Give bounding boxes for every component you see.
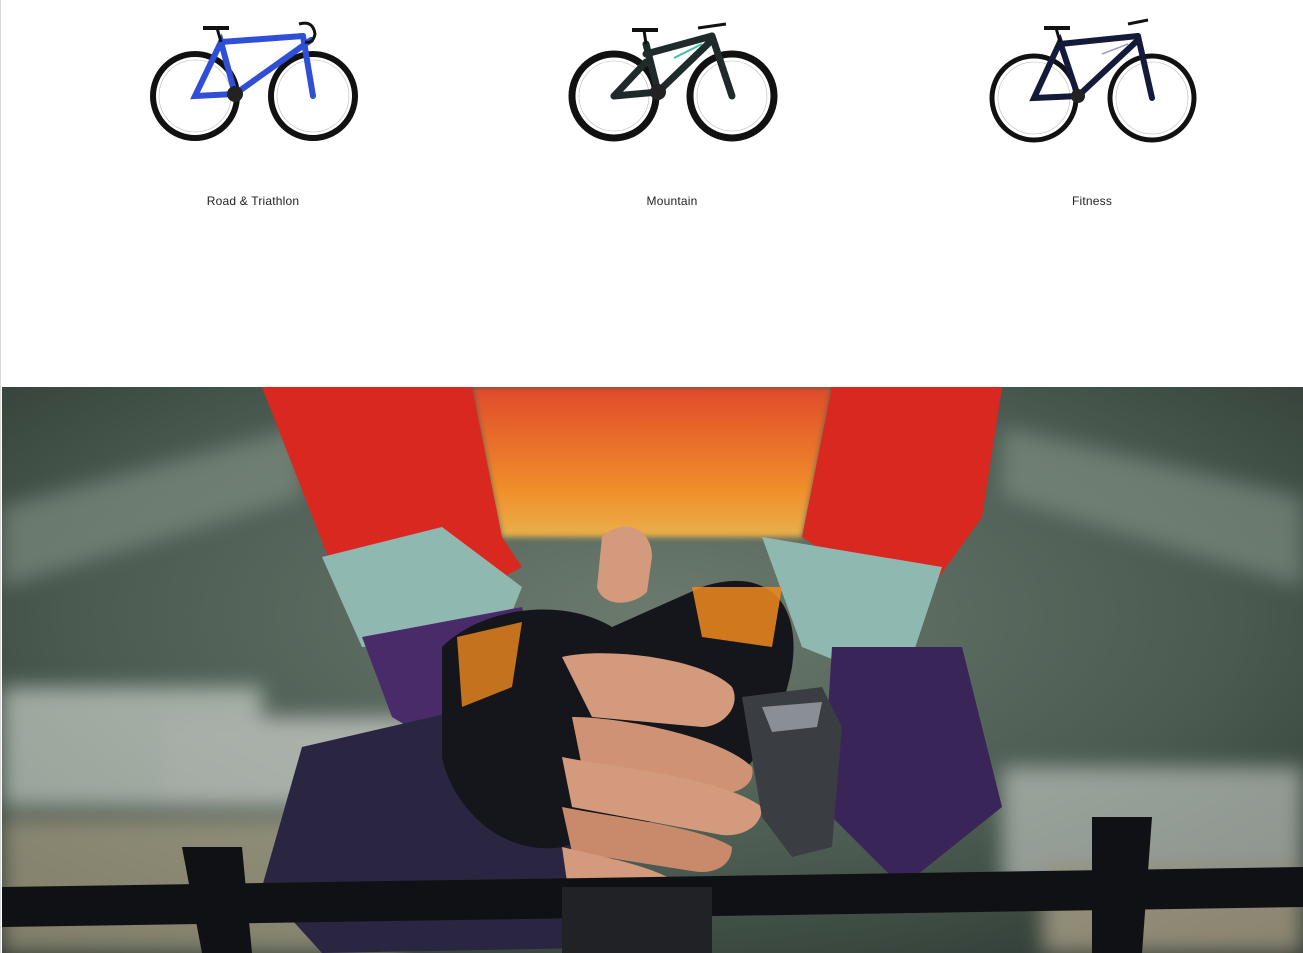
bike-categories: Road & Triathlon Mountain Fitness <box>1 0 1303 387</box>
fitness-bike-icon <box>989 18 1197 143</box>
hero-image <box>2 387 1303 953</box>
category-label: Road & Triathlon <box>206 194 300 208</box>
category-road-triathlon[interactable]: Road & Triathlon <box>43 0 463 260</box>
category-label: Mountain <box>646 194 698 208</box>
category-label: Fitness <box>1071 194 1113 208</box>
category-fitness[interactable]: Fitness <box>882 0 1302 260</box>
cyclist-clasped-hands-photo <box>2 387 1303 953</box>
mountain-bike-icon <box>568 22 778 142</box>
page: Road & Triathlon Mountain Fitness <box>0 0 1303 953</box>
road-bike-icon <box>150 21 358 141</box>
category-mountain[interactable]: Mountain <box>462 0 882 260</box>
